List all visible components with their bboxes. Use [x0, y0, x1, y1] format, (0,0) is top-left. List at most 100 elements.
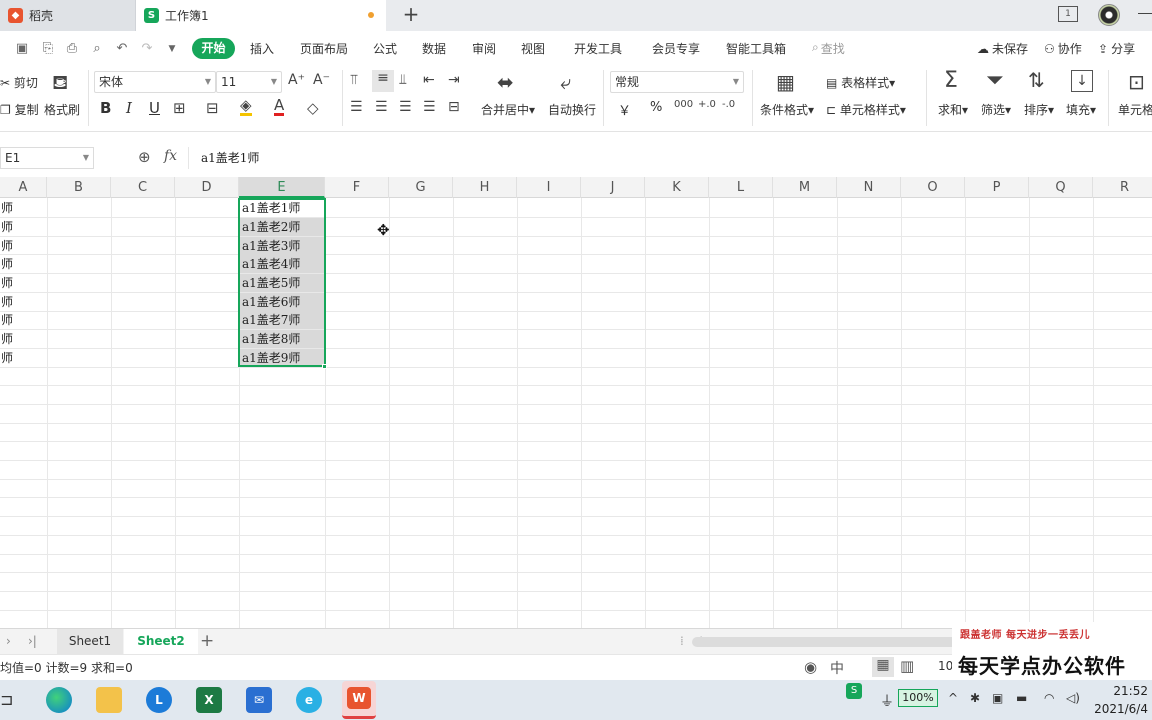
column-header-m[interactable]: M: [773, 177, 837, 198]
sort-button[interactable]: 排序▾: [1024, 101, 1054, 118]
table-style-button[interactable]: ▤ 表格样式▾: [826, 74, 895, 91]
column-header-d[interactable]: D: [175, 177, 239, 198]
cell-button[interactable]: 单元格: [1118, 101, 1152, 118]
border-icon[interactable]: ⊞: [173, 99, 186, 117]
bold-button[interactable]: B: [100, 99, 111, 117]
font-shrink-icon[interactable]: A⁻: [313, 72, 330, 88]
chevron-up-icon[interactable]: ^: [948, 691, 958, 705]
cell-a3[interactable]: 师: [1, 237, 13, 255]
excel-icon[interactable]: X: [196, 687, 222, 713]
menu-member[interactable]: 会员专享: [652, 40, 700, 58]
volume-icon[interactable]: ◁): [1066, 691, 1080, 705]
share-button[interactable]: ⇪ 分享: [1098, 40, 1135, 57]
wps-tray-icon[interactable]: S: [846, 683, 862, 699]
column-header-q[interactable]: Q: [1029, 177, 1093, 198]
cell-a5[interactable]: 师: [1, 274, 13, 292]
keyboard-icon[interactable]: ▬: [1016, 691, 1027, 705]
align-left-icon[interactable]: ☰: [350, 99, 363, 115]
indent-decrease-icon[interactable]: ⇤: [423, 72, 435, 88]
fill-handle[interactable]: [322, 364, 327, 369]
cut-button[interactable]: ✂ 剪切: [0, 74, 38, 91]
spreadsheet-grid[interactable]: A B C D E F G H I J K L M N O P Q R 师 师 …: [0, 177, 1152, 628]
new-tab-button[interactable]: +: [400, 4, 422, 26]
column-header-l[interactable]: L: [709, 177, 773, 198]
mail-icon[interactable]: ✉: [246, 687, 272, 713]
prev-sheet-icon[interactable]: ›: [6, 634, 11, 648]
number-format-select[interactable]: 常规 ▼: [610, 71, 744, 93]
cell-a6[interactable]: 师: [1, 293, 13, 311]
cell-a7[interactable]: 师: [1, 311, 13, 329]
print-icon[interactable]: ⎙: [64, 41, 80, 57]
align-middle-icon[interactable]: ≡: [372, 70, 394, 92]
tab-workbook[interactable]: S 工作簿1: [136, 0, 386, 31]
collab-button[interactable]: ⚇ 协作: [1044, 40, 1082, 57]
font-name-select[interactable]: 宋体 ▼: [94, 71, 216, 93]
align-right-icon[interactable]: ☰: [399, 99, 412, 115]
cell-a2[interactable]: 师: [1, 218, 13, 236]
cell-a8[interactable]: 师: [1, 330, 13, 348]
scrollbar-divider-icon[interactable]: ⁞: [680, 634, 684, 648]
ie-icon[interactable]: e: [296, 687, 322, 713]
undo-icon[interactable]: ↶: [114, 41, 130, 57]
menu-formula[interactable]: 公式: [373, 40, 397, 58]
lenovo-icon[interactable]: L: [146, 687, 172, 713]
merge-center-button[interactable]: 合并居中▾: [481, 101, 535, 118]
menu-smart-tools[interactable]: 智能工具箱: [726, 40, 786, 58]
cell-a4[interactable]: 师: [1, 255, 13, 273]
wifi-icon[interactable]: ◠: [1044, 691, 1054, 705]
wps-taskbar-button[interactable]: W: [342, 681, 376, 719]
add-sheet-button[interactable]: +: [200, 631, 214, 651]
align-bottom-icon[interactable]: ⫫: [399, 72, 407, 88]
column-header-p[interactable]: P: [965, 177, 1029, 198]
sum-button[interactable]: 求和▾: [938, 101, 968, 118]
column-header-j[interactable]: J: [581, 177, 645, 198]
battery-indicator[interactable]: 100%: [898, 689, 938, 707]
underline-button[interactable]: U: [149, 99, 160, 117]
page-layout-view-icon[interactable]: ▥: [900, 657, 914, 675]
justify-icon[interactable]: ☰: [423, 99, 436, 115]
menu-view[interactable]: 视图: [521, 40, 545, 58]
increase-decimal-icon[interactable]: +.0: [698, 99, 716, 110]
menu-start[interactable]: 开始: [192, 38, 235, 59]
tab-docer[interactable]: ◆ 稻壳: [0, 0, 136, 31]
column-header-c[interactable]: C: [111, 177, 175, 198]
avatar[interactable]: [1098, 4, 1120, 26]
horizontal-scrollbar[interactable]: [692, 637, 972, 647]
minimize-button[interactable]: [1138, 13, 1152, 14]
search-box[interactable]: ⌕ 查找: [812, 40, 845, 57]
edge-icon[interactable]: [46, 687, 72, 713]
export-icon[interactable]: ⎘: [40, 41, 56, 57]
column-header-f[interactable]: F: [325, 177, 389, 198]
format-painter-button[interactable]: 格式刷: [44, 101, 80, 118]
menu-insert[interactable]: 插入: [250, 40, 274, 58]
input-method-icon[interactable]: 中: [830, 658, 844, 678]
column-header-h[interactable]: H: [453, 177, 517, 198]
align-center-icon[interactable]: ☰: [375, 99, 388, 115]
wrap-text-button[interactable]: 自动换行: [548, 101, 596, 118]
customize-icon[interactable]: ▼: [164, 41, 180, 57]
cell-a1[interactable]: 师: [1, 199, 13, 217]
indent-increase-icon[interactable]: ⇥: [448, 72, 460, 88]
zoom-formula-icon[interactable]: ⊕: [138, 148, 151, 166]
column-header-i[interactable]: I: [517, 177, 581, 198]
strikethrough-icon[interactable]: ⊟: [206, 99, 219, 117]
power-plug-icon[interactable]: ⏚: [880, 691, 894, 711]
cell-style-button[interactable]: ⊏ 单元格样式▾: [826, 101, 906, 118]
font-color-icon[interactable]: A: [274, 97, 284, 116]
name-box[interactable]: E1 ▼: [0, 147, 94, 169]
column-header-g[interactable]: G: [389, 177, 453, 198]
unsaved-button[interactable]: ☁ 未保存: [977, 40, 1028, 57]
decrease-decimal-icon[interactable]: -.0: [722, 99, 735, 110]
column-header-r[interactable]: R: [1093, 177, 1152, 198]
cell-a9[interactable]: 师: [1, 349, 13, 367]
normal-view-icon[interactable]: ▦: [872, 657, 894, 677]
copy-button[interactable]: ❐ 复制: [0, 101, 39, 118]
align-top-icon[interactable]: ⫪: [350, 72, 358, 88]
redo-icon[interactable]: ↷: [139, 41, 155, 57]
fill-button[interactable]: 填充▾: [1066, 101, 1096, 118]
font-size-select[interactable]: 11 ▼: [216, 71, 282, 93]
formula-input-area[interactable]: [188, 147, 1152, 169]
window-switch-icon[interactable]: 1: [1058, 6, 1078, 22]
menu-data[interactable]: 数据: [422, 40, 446, 58]
eye-protection-icon[interactable]: ◉: [804, 658, 817, 676]
